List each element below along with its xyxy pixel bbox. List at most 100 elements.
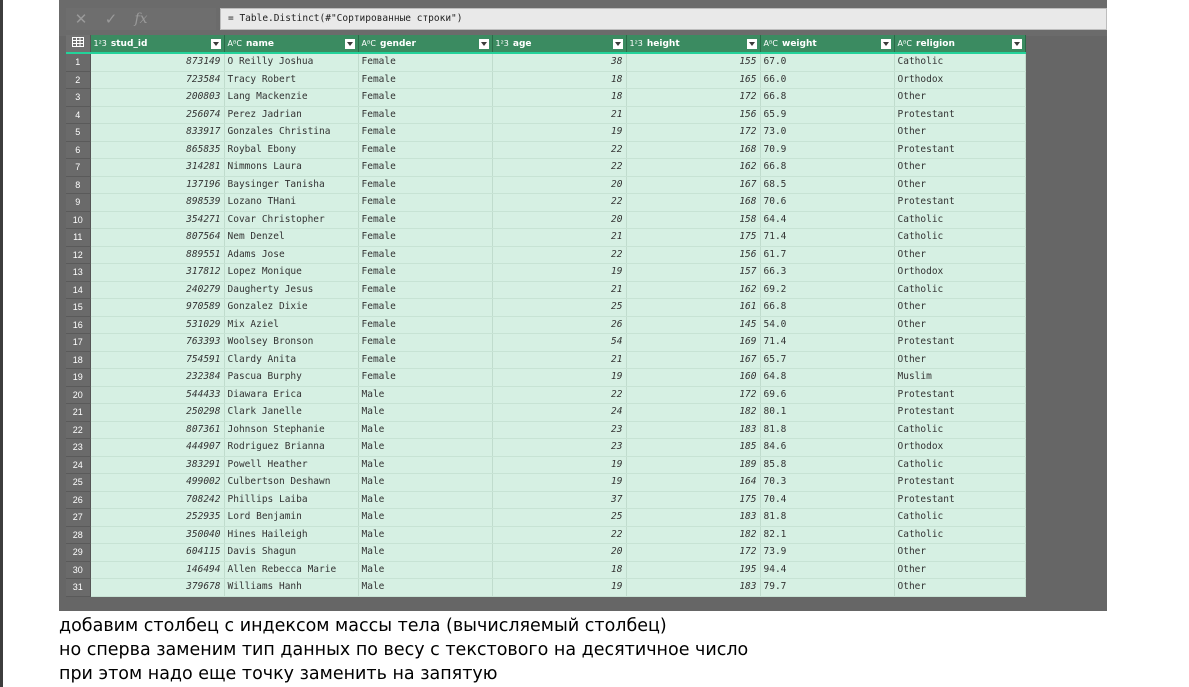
cell-weight[interactable]: 71.4 (760, 333, 895, 352)
cell-height[interactable]: 145 (626, 316, 761, 334)
cell-age[interactable]: 19 (492, 263, 627, 282)
cell-weight[interactable]: 81.8 (760, 421, 895, 439)
cell-religion[interactable]: Other (894, 176, 1026, 194)
cell-height[interactable]: 160 (626, 368, 761, 387)
cell-name[interactable]: Hines Haileigh (224, 526, 359, 544)
row-number[interactable]: 10 (66, 211, 91, 229)
cell-weight[interactable]: 73.9 (760, 543, 895, 562)
cell-age[interactable]: 25 (492, 298, 627, 317)
row-number[interactable]: 4 (66, 106, 91, 124)
cell-stud_id[interactable]: 379678 (90, 578, 225, 597)
cell-weight[interactable]: 66.8 (760, 158, 895, 177)
cell-religion[interactable]: Catholic (894, 211, 1026, 229)
cell-name[interactable]: Nem Denzel (224, 228, 359, 247)
cell-age[interactable]: 22 (492, 246, 627, 264)
filter-dropdown-icon[interactable] (1011, 38, 1022, 49)
cell-age[interactable]: 37 (492, 491, 627, 509)
cell-height[interactable]: 157 (626, 263, 761, 282)
cell-stud_id[interactable]: 723584 (90, 71, 225, 89)
cell-gender[interactable]: Female (358, 88, 493, 107)
check-icon[interactable]: ✓ (96, 10, 126, 28)
cell-religion[interactable]: Protestant (894, 106, 1026, 124)
cell-age[interactable]: 19 (492, 123, 627, 142)
cell-age[interactable]: 22 (492, 158, 627, 177)
cell-weight[interactable]: 69.2 (760, 281, 895, 299)
cell-height[interactable]: 168 (626, 141, 761, 159)
cell-height[interactable]: 162 (626, 158, 761, 177)
cell-weight[interactable]: 82.1 (760, 526, 895, 544)
column-header-age[interactable]: 1²3 age (492, 35, 627, 54)
cell-weight[interactable]: 66.0 (760, 71, 895, 89)
cell-stud_id[interactable]: 807361 (90, 421, 225, 439)
column-header-name[interactable]: AᴮC name (224, 35, 359, 54)
cell-weight[interactable]: 67.0 (760, 53, 895, 72)
cell-gender[interactable]: Male (358, 421, 493, 439)
row-number[interactable]: 12 (66, 246, 91, 264)
cell-age[interactable]: 20 (492, 543, 627, 562)
row-number[interactable]: 30 (66, 561, 91, 579)
cell-stud_id[interactable]: 970589 (90, 298, 225, 317)
cell-stud_id[interactable]: 383291 (90, 456, 225, 474)
cell-gender[interactable]: Female (358, 158, 493, 177)
cell-height[interactable]: 172 (626, 123, 761, 142)
row-number[interactable]: 16 (66, 316, 91, 334)
cell-stud_id[interactable]: 350040 (90, 526, 225, 544)
cell-age[interactable]: 22 (492, 526, 627, 544)
cell-stud_id[interactable]: 137196 (90, 176, 225, 194)
cell-weight[interactable]: 71.4 (760, 228, 895, 247)
cell-height[interactable]: 182 (626, 526, 761, 544)
row-number[interactable]: 18 (66, 351, 91, 369)
row-number[interactable]: 19 (66, 368, 91, 387)
cell-gender[interactable]: Female (358, 123, 493, 142)
cell-weight[interactable]: 70.3 (760, 473, 895, 492)
type-icon[interactable]: AᴮC (362, 39, 377, 48)
cell-religion[interactable]: Catholic (894, 456, 1026, 474)
cell-religion[interactable]: Protestant (894, 193, 1026, 212)
cell-name[interactable]: Johnson Stephanie (224, 421, 359, 439)
cell-name[interactable]: Phillips Laiba (224, 491, 359, 509)
cell-weight[interactable]: 61.7 (760, 246, 895, 264)
cell-gender[interactable]: Male (358, 508, 493, 527)
cell-gender[interactable]: Male (358, 386, 493, 404)
cell-religion[interactable]: Orthodox (894, 438, 1026, 457)
cell-gender[interactable]: Female (358, 246, 493, 264)
cell-stud_id[interactable]: 604115 (90, 543, 225, 562)
cell-weight[interactable]: 81.8 (760, 508, 895, 527)
row-number[interactable]: 1 (66, 53, 91, 72)
cell-height[interactable]: 162 (626, 281, 761, 299)
cell-weight[interactable]: 69.6 (760, 386, 895, 404)
cell-height[interactable]: 185 (626, 438, 761, 457)
row-number[interactable]: 22 (66, 421, 91, 439)
cell-name[interactable]: Roybal Ebony (224, 141, 359, 159)
cell-gender[interactable]: Male (358, 403, 493, 422)
cell-weight[interactable]: 66.8 (760, 298, 895, 317)
cell-religion[interactable]: Protestant (894, 473, 1026, 492)
cell-age[interactable]: 21 (492, 281, 627, 299)
cell-name[interactable]: Rodriguez Brianna (224, 438, 359, 457)
cell-gender[interactable]: Male (358, 526, 493, 544)
filter-dropdown-icon[interactable] (746, 38, 757, 49)
cell-name[interactable]: Lopez Monique (224, 263, 359, 282)
row-number[interactable]: 20 (66, 386, 91, 404)
cell-name[interactable]: Lang Mackenzie (224, 88, 359, 107)
cell-gender[interactable]: Male (358, 456, 493, 474)
cell-stud_id[interactable]: 889551 (90, 246, 225, 264)
cell-gender[interactable]: Female (358, 333, 493, 352)
cell-age[interactable]: 38 (492, 53, 627, 72)
cell-age[interactable]: 26 (492, 316, 627, 334)
cell-name[interactable]: Lord Benjamin (224, 508, 359, 527)
cell-weight[interactable]: 85.8 (760, 456, 895, 474)
row-number[interactable]: 21 (66, 403, 91, 422)
formula-input[interactable]: = Table.Distinct(#"Сортированные строки"… (220, 8, 1107, 30)
cell-religion[interactable]: Catholic (894, 508, 1026, 527)
cell-name[interactable]: Williams Hanh (224, 578, 359, 597)
cell-name[interactable]: Nimmons Laura (224, 158, 359, 177)
column-header-stud_id[interactable]: 1²3 stud_id (90, 35, 225, 54)
row-number[interactable]: 14 (66, 281, 91, 299)
cell-height[interactable]: 156 (626, 106, 761, 124)
cell-stud_id[interactable]: 240279 (90, 281, 225, 299)
cell-religion[interactable]: Other (894, 246, 1026, 264)
cell-height[interactable]: 161 (626, 298, 761, 317)
cell-name[interactable]: Pascua Burphy (224, 368, 359, 387)
row-number[interactable]: 6 (66, 141, 91, 159)
